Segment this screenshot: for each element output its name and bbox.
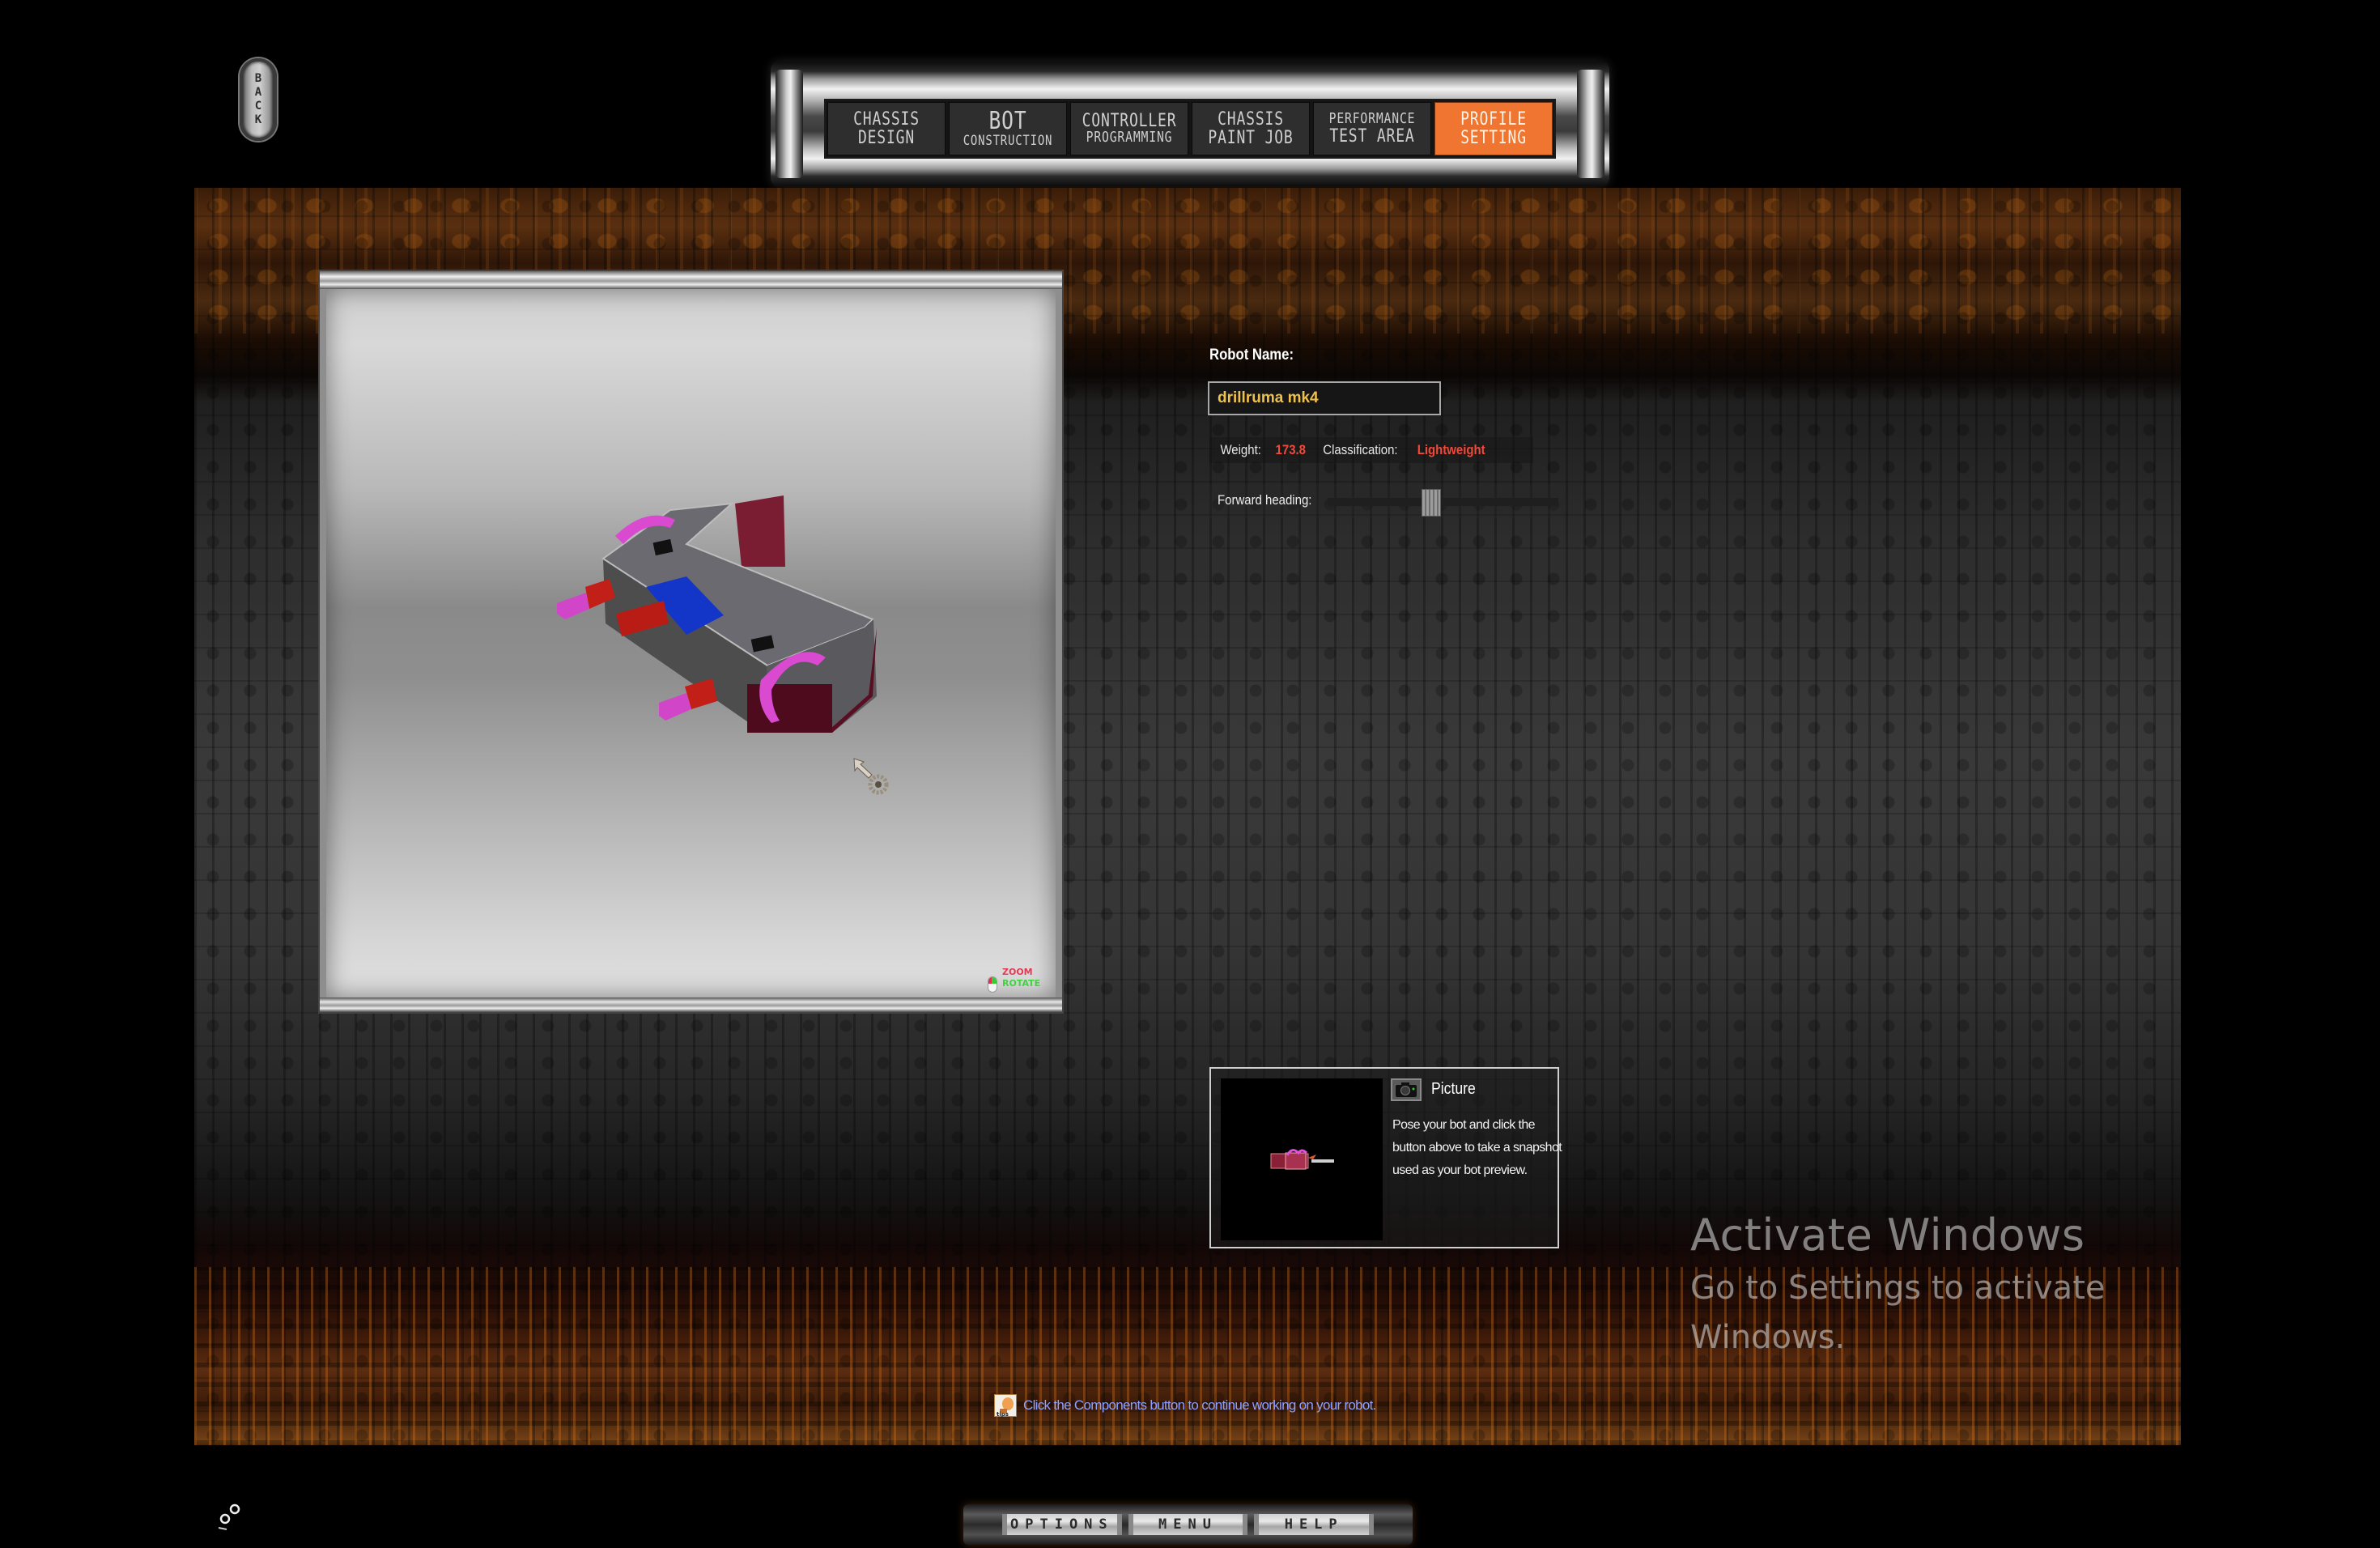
windows-activation-watermark: Activate Windows Go to Settings to activ… <box>1690 1210 2127 1363</box>
tab-label-line2: SETTING <box>1460 128 1527 148</box>
tab-performance-test-area[interactable]: PERFORMANCE TEST AREA <box>1313 102 1431 155</box>
gear-arrow-cursor-icon <box>853 758 889 795</box>
tab-label-line1: CONTROLLER <box>1082 111 1177 131</box>
robot-drill <box>659 693 691 721</box>
robot-name-label: Robot Name: <box>1209 347 1294 364</box>
forward-heading-row: Forward heading: <box>1209 484 1566 518</box>
back-button-label: BACK <box>252 72 265 127</box>
tab-label-line1: CHASSIS <box>1218 108 1284 130</box>
picture-panel: Picture Pose your bot and click the butt… <box>1209 1067 1562 1248</box>
tab-label-line2: PAINT JOB <box>1208 128 1294 148</box>
tab-label-line2: TEST AREA <box>1329 125 1415 147</box>
camera-icon <box>1396 1082 1417 1097</box>
forward-heading-label: Forward heading: <box>1218 492 1312 508</box>
tab-label-line2: CONSTRUCTION <box>963 132 1053 149</box>
tab-label-line1: CHASSIS <box>853 108 920 130</box>
menu-button[interactable]: MENU <box>1128 1514 1248 1535</box>
top-navigation-bar: CHASSIS DESIGN BOT CONSTRUCTION CONTROLLER… <box>771 62 1609 186</box>
tips-lightbulb-icon: tips <box>994 1394 1017 1418</box>
picture-description: Pose your bot and click the button above… <box>1392 1118 1562 1177</box>
nav-tabs: CHASSIS DESIGN BOT CONSTRUCTION CONTROLLER… <box>824 99 1556 159</box>
robot-wing-top <box>735 495 785 567</box>
forward-heading-slider-thumb[interactable] <box>1422 489 1442 517</box>
robot-drill <box>557 593 589 619</box>
tab-label-line1: PERFORMANCE <box>1328 110 1416 127</box>
watermark-title: Activate Windows <box>1690 1210 2085 1261</box>
tab-chassis-design[interactable]: CHASSIS DESIGN <box>827 102 946 155</box>
tab-controller-programming[interactable]: CONTROLLER PROGRAMMING <box>1070 102 1188 155</box>
watermark-subtitle: Go to Settings to activate Windows. <box>1690 1269 2106 1356</box>
bot-thumbnail <box>1270 1149 1334 1170</box>
tip-bar: tips Click the Components button to cont… <box>994 1394 1376 1418</box>
tip-text: Click the Components button to continue … <box>1023 1397 1376 1413</box>
bottom-menu-bar: OPTIONS MENU HELP <box>963 1504 1413 1545</box>
tab-profile-setting[interactable]: PROFILE SETTING <box>1434 102 1553 155</box>
mouse-icon <box>988 976 997 993</box>
tab-bot-construction[interactable]: BOT CONSTRUCTION <box>949 102 1067 155</box>
loading-icon <box>218 1503 240 1530</box>
take-picture-button[interactable] <box>1391 1078 1422 1101</box>
rotate-legend-label: ROTATE <box>1002 978 1041 989</box>
robot-3d-viewport[interactable]: ZOOM ROTATE <box>320 271 1062 1012</box>
mouse-controls-legend: ZOOM ROTATE <box>986 965 1051 997</box>
classification-value: Lightweight <box>1417 442 1485 457</box>
options-button[interactable]: OPTIONS <box>1002 1514 1122 1535</box>
bot-snapshot-preview <box>1221 1078 1383 1240</box>
picture-title: Picture <box>1431 1080 1476 1098</box>
back-button[interactable]: BACK <box>240 58 277 141</box>
tab-chassis-paint-job[interactable]: CHASSIS PAINT JOB <box>1192 102 1310 155</box>
help-button[interactable]: HELP <box>1254 1514 1375 1535</box>
tab-label-line2: DESIGN <box>857 128 916 148</box>
forward-heading-slider[interactable] <box>1328 489 1558 517</box>
tab-label-line2: PROGRAMMING <box>1086 129 1173 147</box>
weight-value: 173.8 <box>1275 442 1307 457</box>
tab-label-line1: PROFILE <box>1460 108 1527 130</box>
classification-label: Classification: <box>1323 442 1398 457</box>
robot-3d-model[interactable] <box>326 289 1056 997</box>
weight-label: Weight: <box>1220 442 1261 457</box>
svg-text:tips: tips <box>997 1411 1009 1418</box>
zoom-legend-label: ZOOM <box>1002 967 1033 977</box>
robot-name-input[interactable] <box>1208 381 1441 415</box>
tab-label-line1: BOT <box>988 107 1027 136</box>
weight-classification-row: Weight: 173.8 Classification: Lightweigh… <box>1209 437 1533 463</box>
